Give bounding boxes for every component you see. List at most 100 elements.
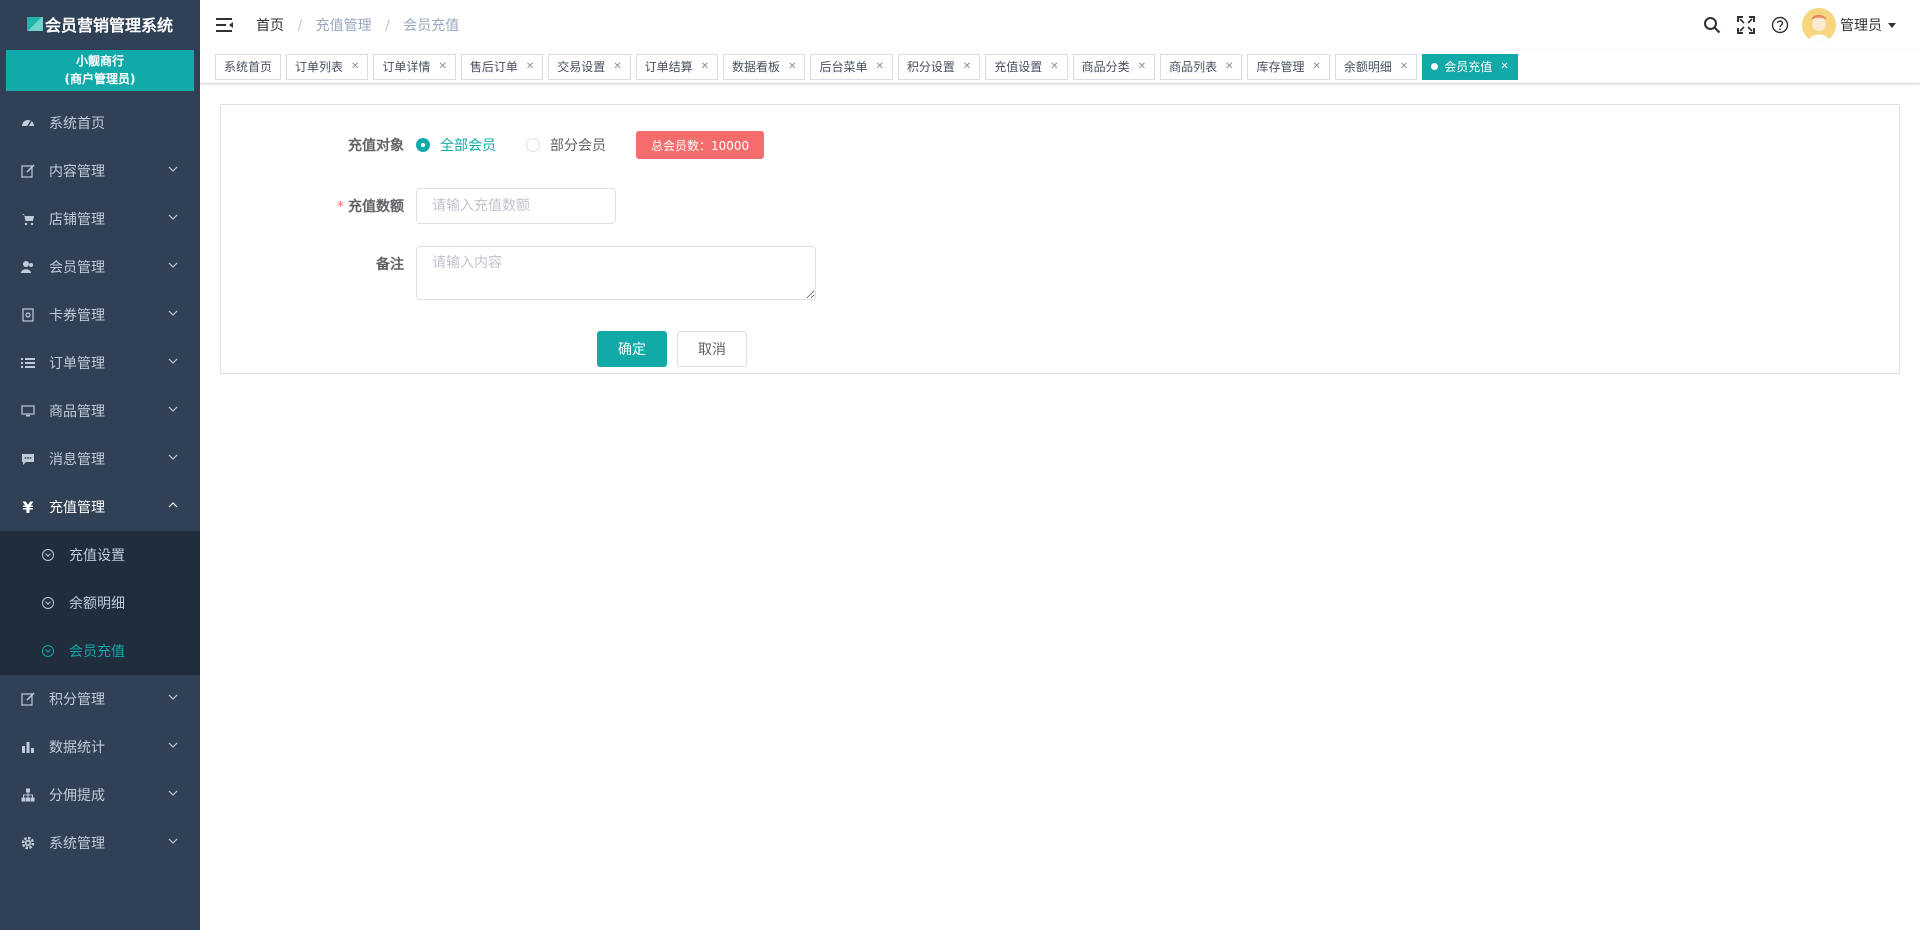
tag-points-settings[interactable]: 积分设置 ✕ <box>897 53 981 80</box>
chevron-down-icon <box>168 692 178 703</box>
breadcrumb-home[interactable]: 首页 <box>256 18 284 34</box>
recharge-submenu: 充值设置 余额明细 会员充值 <box>0 531 200 675</box>
tag-trade-settings[interactable]: 交易设置 ✕ <box>548 53 631 80</box>
tag-backend-menu[interactable]: 后台菜单 ✕ <box>810 53 893 80</box>
chevron-down-icon <box>168 740 178 751</box>
required-mark: * <box>337 199 344 215</box>
tag-order-detail[interactable]: 订单详情 ✕ <box>373 53 456 80</box>
radio-unchecked-icon <box>526 138 540 152</box>
avatar[interactable] <box>1802 8 1836 42</box>
sidebar-item-members[interactable]: 会员管理 <box>0 243 200 291</box>
tag-system-home[interactable]: 系统首页 <box>215 53 282 80</box>
tag-label: 充值设置 <box>994 60 1043 74</box>
sidebar-item-messages[interactable]: 消息管理 <box>0 435 200 483</box>
close-icon[interactable]: ✕ <box>1400 61 1408 72</box>
sidebar-item-label: 消息管理 <box>49 452 105 468</box>
sidebar-item-label: 积分管理 <box>49 692 105 708</box>
search-icon[interactable] <box>1702 15 1722 35</box>
tag-aftersale-orders[interactable]: 售后订单 ✕ <box>460 53 544 80</box>
tag-data-board[interactable]: 数据看板 ✕ <box>723 53 806 80</box>
sidebar-item-home[interactable]: 系统首页 <box>0 99 200 147</box>
tag-order-list[interactable]: 订单列表 ✕ <box>286 53 369 80</box>
chevron-down-icon <box>168 836 178 847</box>
circle-check-icon <box>42 597 54 609</box>
form-actions: 确定 取消 <box>597 331 747 367</box>
sidebar-item-label: 充值管理 <box>49 500 105 516</box>
sidebar-item-label: 数据统计 <box>49 740 105 756</box>
sidebar-item-system[interactable]: 系统管理 <box>0 819 200 867</box>
sidebar-item-commission[interactable]: 分佣提成 <box>0 771 200 819</box>
close-icon[interactable]: ✕ <box>1225 61 1233 72</box>
close-icon[interactable]: ✕ <box>1500 61 1508 72</box>
close-icon[interactable]: ✕ <box>701 61 709 72</box>
total-members-badge[interactable]: 总会员数：10000 <box>636 131 765 159</box>
tag-label: 商品分类 <box>1081 60 1130 74</box>
sidebar-item-label: 订单管理 <box>49 356 105 372</box>
sidebar-subitem-label: 余额明细 <box>69 596 125 612</box>
breadcrumb-separator: / <box>297 18 303 34</box>
tag-product-list[interactable]: 商品列表 ✕ <box>1160 53 1243 80</box>
breadcrumb-separator: / <box>385 18 390 34</box>
radio-checked-icon <box>416 138 430 152</box>
tag-member-recharge[interactable]: 会员充值 ✕ <box>1422 53 1518 80</box>
confirm-button[interactable]: 确定 <box>597 331 667 367</box>
remark-textarea[interactable] <box>416 246 816 300</box>
users-icon <box>20 259 36 275</box>
sidebar-subitem-member-recharge[interactable]: 会员充值 <box>0 627 200 675</box>
help-icon[interactable] <box>1770 15 1790 35</box>
admin-name[interactable]: 管理员 <box>1840 15 1882 35</box>
close-icon[interactable]: ✕ <box>1313 61 1321 72</box>
tag-order-settlement[interactable]: 订单结算 ✕ <box>635 53 719 80</box>
sidebar-item-label: 会员管理 <box>49 260 105 276</box>
sidebar-item-recharge[interactable]: ¥ 充值管理 <box>0 483 200 531</box>
close-icon[interactable]: ✕ <box>963 61 971 72</box>
tag-label: 订单列表 <box>295 60 344 74</box>
breadcrumb-recharge: 充值管理 <box>315 18 372 34</box>
chevron-down-icon <box>168 212 178 223</box>
sidebar-item-label: 分佣提成 <box>49 788 105 804</box>
tags-view: 系统首页 订单列表 ✕ 订单详情 ✕ 售后订单 ✕ 交易设置 ✕ 订单结算 ✕ 数据看板 ✕… <box>200 50 1920 84</box>
sidebar-item-shop[interactable]: 店铺管理 <box>0 195 200 243</box>
close-icon[interactable]: ✕ <box>875 61 883 72</box>
tag-label: 余额明细 <box>1343 60 1392 74</box>
sidebar-item-label: 店铺管理 <box>49 212 105 228</box>
close-icon[interactable]: ✕ <box>1138 61 1146 72</box>
tag-balance-detail[interactable]: 余额明细 ✕ <box>1334 53 1418 80</box>
cancel-button[interactable]: 取消 <box>677 331 747 367</box>
sidebar-item-label: 卡券管理 <box>49 308 105 324</box>
sidebar-subitem-label: 充值设置 <box>69 548 125 564</box>
close-icon[interactable]: ✕ <box>438 61 446 72</box>
cart-icon <box>20 211 36 227</box>
tag-label: 售后订单 <box>469 60 518 74</box>
sidebar-item-products[interactable]: 商品管理 <box>0 387 200 435</box>
sidebar-item-orders[interactable]: 订单管理 <box>0 339 200 387</box>
caret-down-icon[interactable] <box>1888 22 1896 28</box>
sidebar-subitem-balance-detail[interactable]: 余额明细 <box>0 579 200 627</box>
close-icon[interactable]: ✕ <box>1050 61 1058 72</box>
close-icon[interactable]: ✕ <box>788 61 796 72</box>
logo-icon <box>26 17 43 31</box>
fullscreen-icon[interactable] <box>1736 15 1756 35</box>
tag-product-category[interactable]: 商品分类 ✕ <box>1072 53 1156 80</box>
radio-partial-members[interactable]: 部分会员 <box>526 135 606 155</box>
gear-icon <box>20 835 36 851</box>
sidebar-item-statistics[interactable]: 数据统计 <box>0 723 200 771</box>
tag-recharge-settings[interactable]: 充值设置 ✕ <box>985 53 1068 80</box>
close-icon[interactable]: ✕ <box>351 61 359 72</box>
radio-all-members[interactable]: 全部会员 <box>416 135 496 155</box>
chevron-down-icon <box>168 788 178 799</box>
menu-toggle-icon[interactable] <box>216 18 234 32</box>
breadcrumb: 首页 / 充值管理 / 会员充值 <box>256 15 459 35</box>
sidebar-subitem-recharge-settings[interactable]: 充值设置 <box>0 531 200 579</box>
sidebar-item-points[interactable]: 积分管理 <box>0 675 200 723</box>
tag-inventory[interactable]: 库存管理 ✕ <box>1247 53 1330 80</box>
sidebar-item-label: 系统管理 <box>49 836 105 852</box>
sidebar-item-content[interactable]: 内容管理 <box>0 147 200 195</box>
close-icon[interactable]: ✕ <box>613 61 621 72</box>
chevron-down-icon <box>168 356 178 367</box>
sidebar-item-coupons[interactable]: 卡券管理 <box>0 291 200 339</box>
remark-label: 备注 <box>376 257 404 273</box>
close-icon[interactable]: ✕ <box>526 61 534 72</box>
amount-input[interactable] <box>416 188 616 224</box>
shop-role: (商户管理员) <box>64 72 136 86</box>
